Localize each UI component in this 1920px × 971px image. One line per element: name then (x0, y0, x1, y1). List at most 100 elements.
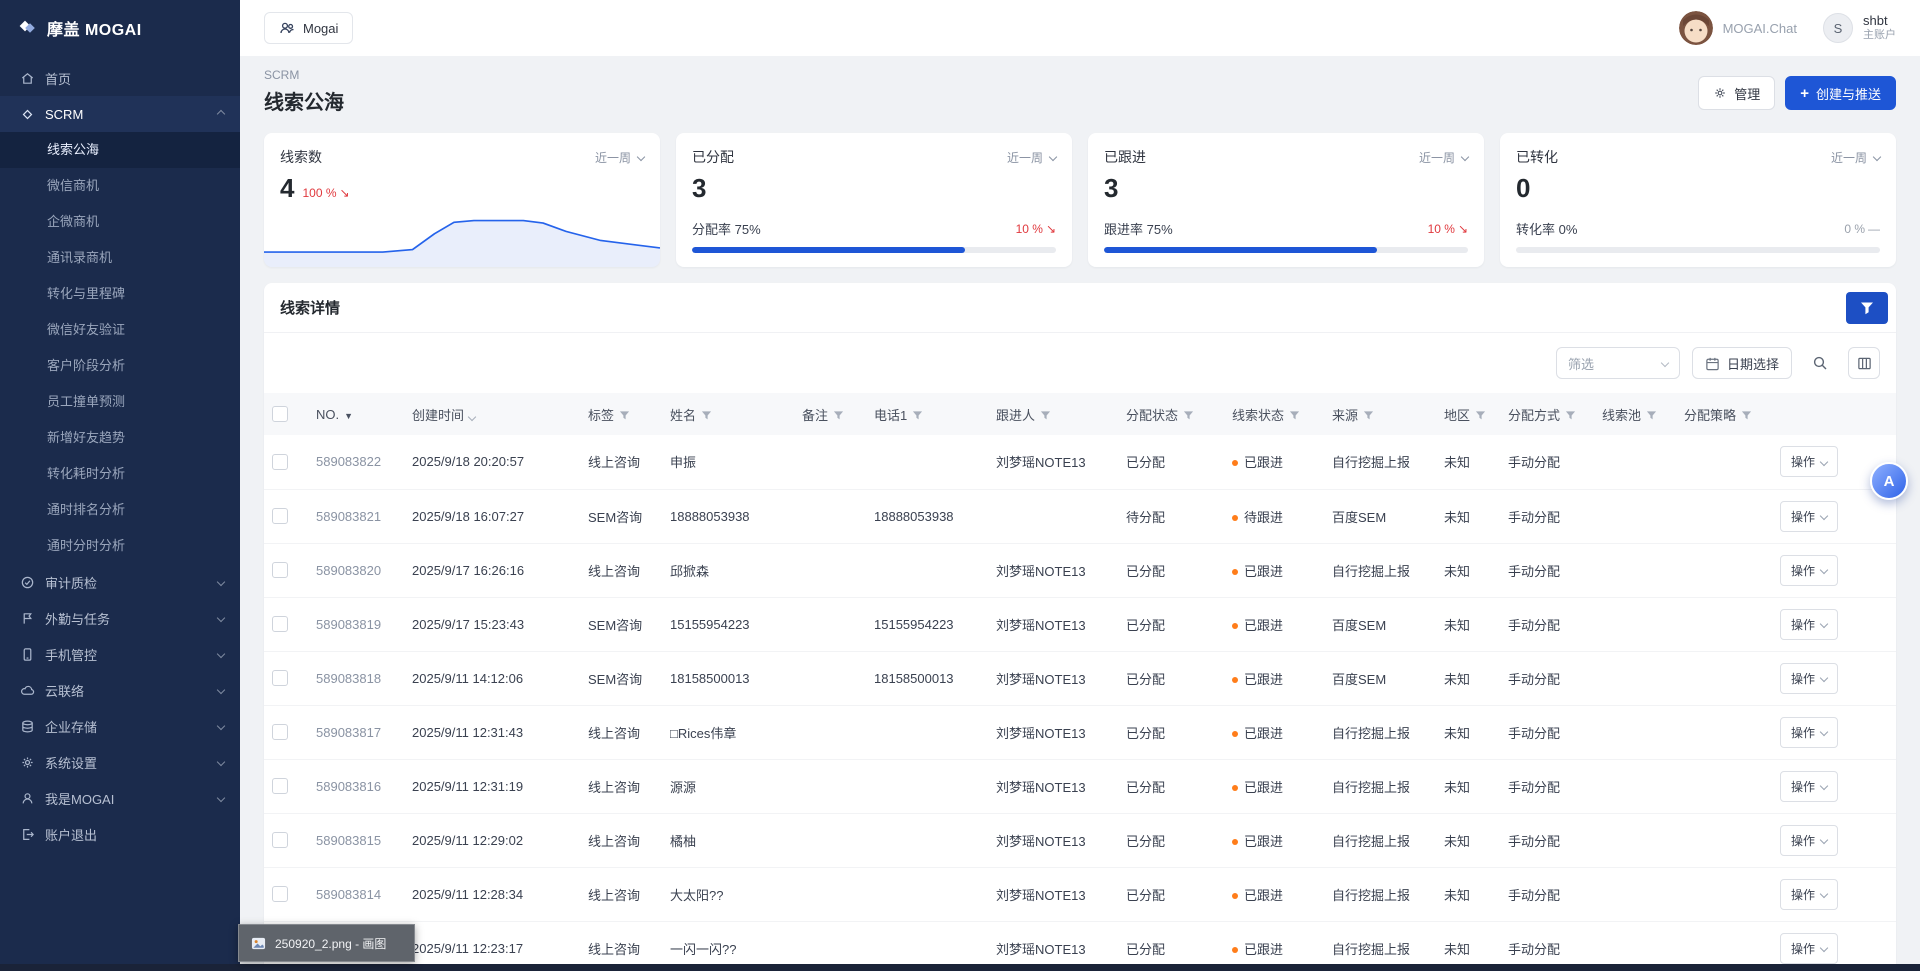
column-header[interactable]: 分配策略▼ (1676, 393, 1772, 435)
filter-select[interactable]: 筛选 (1556, 347, 1680, 379)
period-select[interactable]: 近一周 (1831, 149, 1880, 166)
period-select[interactable]: 近一周 (595, 149, 644, 166)
sidebar-subitem[interactable]: 转化耗时分析 (0, 456, 240, 492)
select-all-checkbox[interactable] (272, 406, 288, 422)
cell-phone (866, 543, 988, 597)
row-action-button[interactable]: 操作 (1780, 663, 1838, 694)
cell-remark (794, 705, 866, 759)
cell-source: 自行挖掘上报 (1324, 759, 1436, 813)
workspace-button[interactable]: Mogai (264, 12, 353, 44)
row-action-button[interactable]: 操作 (1780, 609, 1838, 640)
sidebar-subitem[interactable]: 微信商机 (0, 168, 240, 204)
column-header[interactable]: 分配方式▼ (1500, 393, 1594, 435)
sidebar-subitem[interactable]: 通讯录商机 (0, 240, 240, 276)
sidebar-subitem[interactable]: 客户阶段分析 (0, 348, 240, 384)
sidebar-item-cloud-contact[interactable]: 云联络 (0, 672, 240, 708)
row-action-button[interactable]: 操作 (1780, 771, 1838, 802)
account-info[interactable]: shbt 主账户 (1863, 13, 1896, 43)
cell-strategy (1676, 597, 1772, 651)
sidebar-item-settings[interactable]: 系统设置 (0, 744, 240, 780)
sidebar-subitem[interactable]: 企微商机 (0, 204, 240, 240)
sidebar-subitem[interactable]: 线索公海 (0, 132, 240, 168)
row-checkbox[interactable] (272, 778, 288, 794)
table-row: 589083815 2025/9/11 12:29:02 线上咨询 橘柚 刘梦瑶… (264, 813, 1896, 867)
row-checkbox[interactable] (272, 454, 288, 470)
stat-trend: 100 % ↘ (302, 186, 349, 200)
cell-source: 自行挖掘上报 (1324, 543, 1436, 597)
sidebar-item-label: 云联络 (45, 681, 84, 700)
sidebar-item-fieldwork[interactable]: 外勤与任务 (0, 600, 240, 636)
filter-funnel-icon[interactable] (912, 410, 923, 421)
sidebar-item-audit[interactable]: 审计质检 (0, 564, 240, 600)
column-header[interactable]: 备注▼ (794, 393, 866, 435)
row-action-button[interactable]: 操作 (1780, 555, 1838, 586)
filter-funnel-icon[interactable] (1741, 410, 1752, 421)
filter-funnel-icon[interactable] (1040, 410, 1051, 421)
sidebar-item-me[interactable]: 我是MOGAI (0, 780, 240, 816)
sidebar-subitem[interactable]: 转化与里程碑 (0, 276, 240, 312)
row-checkbox[interactable] (272, 616, 288, 632)
user-avatar[interactable] (1679, 11, 1713, 45)
row-action-button[interactable]: 操作 (1780, 501, 1838, 532)
account-initial-avatar[interactable]: S (1823, 13, 1853, 43)
sidebar-item-home[interactable]: 首页 (0, 60, 240, 96)
sidebar-subitem[interactable]: 通时分时分析 (0, 528, 240, 564)
sidebar-item-scrm[interactable]: SCRM (0, 96, 240, 132)
filter-funnel-icon[interactable] (619, 410, 630, 421)
row-checkbox[interactable] (272, 724, 288, 740)
row-action-button[interactable]: 操作 (1780, 933, 1838, 964)
cell-follower: 刘梦瑶NOTE13 (988, 759, 1118, 813)
period-select[interactable]: 近一周 (1007, 149, 1056, 166)
row-checkbox[interactable] (272, 508, 288, 524)
filter-funnel-icon[interactable] (833, 410, 844, 421)
row-action-button[interactable]: 操作 (1780, 446, 1838, 477)
column-header[interactable]: NO.▼ (308, 393, 404, 435)
cell-source: 自行挖掘上报 (1324, 435, 1436, 489)
column-header[interactable]: 电话1▼ (866, 393, 988, 435)
filter-funnel-icon[interactable] (1363, 410, 1374, 421)
funnel-export-button[interactable] (1846, 292, 1888, 324)
filter-funnel-icon[interactable] (701, 410, 712, 421)
sidebar-subitem[interactable]: 微信好友验证 (0, 312, 240, 348)
row-action-button[interactable]: 操作 (1780, 825, 1838, 856)
column-header[interactable]: 标签▼ (580, 393, 662, 435)
row-action-button[interactable]: 操作 (1780, 717, 1838, 748)
row-checkbox[interactable] (272, 886, 288, 902)
column-header[interactable]: 来源▼ (1324, 393, 1436, 435)
column-header[interactable]: 分配状态▼ (1118, 393, 1224, 435)
column-header[interactable]: 创建时间▼ (404, 393, 580, 435)
assistant-bubble[interactable]: A (1870, 462, 1908, 500)
cell-tag: 线上咨询 (580, 867, 662, 921)
manage-button[interactable]: 管理 (1698, 76, 1775, 110)
sidebar-subitem[interactable]: 通时排名分析 (0, 492, 240, 528)
column-header[interactable]: 线索状态▼ (1224, 393, 1324, 435)
cell-follower (988, 489, 1118, 543)
cell-select (264, 813, 308, 867)
sidebar-item-logout[interactable]: 账户退出 (0, 816, 240, 852)
period-select[interactable]: 近一周 (1419, 149, 1468, 166)
column-header[interactable]: 跟进人▼ (988, 393, 1118, 435)
filter-funnel-icon[interactable] (1646, 410, 1657, 421)
cell-assign-method: 手动分配 (1500, 489, 1594, 543)
date-picker-button[interactable]: 日期选择 (1692, 347, 1792, 379)
row-action-button[interactable]: 操作 (1780, 879, 1838, 910)
filter-funnel-icon[interactable] (1289, 410, 1300, 421)
column-header[interactable]: 线索池▼ (1594, 393, 1676, 435)
search-button[interactable] (1804, 347, 1836, 379)
sidebar-item-storage[interactable]: 企业存储 (0, 708, 240, 744)
row-checkbox[interactable] (272, 832, 288, 848)
row-checkbox[interactable] (272, 562, 288, 578)
sidebar-subitem[interactable]: 新增好友趋势 (0, 420, 240, 456)
taskbar-item[interactable]: 250920_2.png - 画图 (238, 924, 415, 962)
sidebar-item-phone-control[interactable]: 手机管控 (0, 636, 240, 672)
filter-funnel-icon[interactable] (1183, 410, 1194, 421)
row-checkbox[interactable] (272, 670, 288, 686)
create-push-button[interactable]: + 创建与推送 (1785, 76, 1896, 110)
filter-funnel-icon[interactable] (1565, 410, 1576, 421)
table-row: 589083822 2025/9/18 20:20:57 线上咨询 申振 刘梦瑶… (264, 435, 1896, 489)
column-header[interactable]: 地区▼ (1436, 393, 1500, 435)
filter-funnel-icon[interactable] (1475, 410, 1486, 421)
column-settings-button[interactable] (1848, 347, 1880, 379)
sidebar-subitem[interactable]: 员工撞单预测 (0, 384, 240, 420)
column-header[interactable]: 姓名▼ (662, 393, 794, 435)
